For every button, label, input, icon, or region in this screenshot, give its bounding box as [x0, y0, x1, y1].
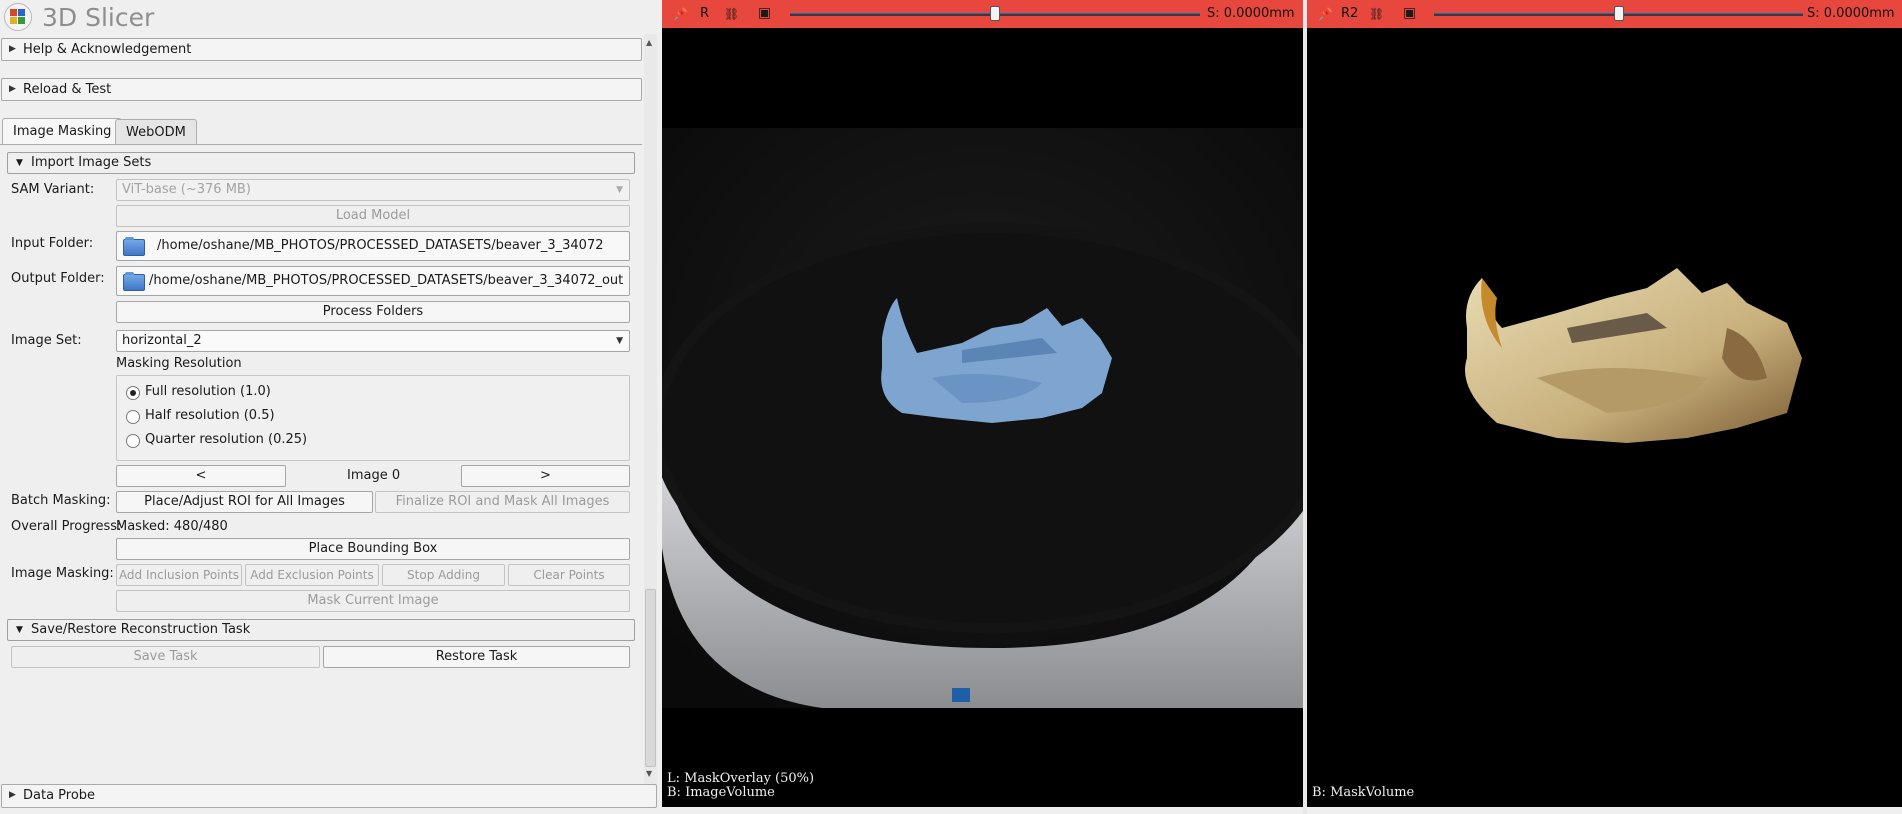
full-resolution-label: Full resolution (1.0): [145, 384, 271, 399]
view-name: R: [700, 6, 710, 21]
reload-section-label: Reload & Test: [23, 82, 112, 97]
expand-arrow-icon: ▶: [9, 84, 16, 94]
help-section-header[interactable]: ▶ Help & Acknowledgement: [1, 38, 642, 61]
batch-masking-label: Batch Masking:: [11, 493, 111, 508]
overall-progress-label: Overall Progress:: [11, 519, 122, 534]
expand-arrow-icon: ▶: [9, 790, 16, 800]
folder-icon: [123, 272, 145, 291]
sam-variant-label: SAM Variant:: [11, 182, 95, 197]
corner-annotation-line-1: B: MaskVolume: [1312, 785, 1415, 800]
pin-icon[interactable]: 📌: [673, 7, 688, 21]
view-controller-bar: 📌 R ⛓ ▣ S: 0.0000mm: [662, 0, 1303, 28]
add-inclusion-points-button[interactable]: Add Inclusion Points: [116, 564, 242, 586]
image-set-select[interactable]: horizontal_2 ▼: [116, 330, 630, 352]
collapse-arrow-icon: ▼: [16, 625, 23, 635]
corner-annotation-line-1: L: MaskOverlay (50%): [667, 771, 815, 786]
collapse-arrow-icon: ▼: [16, 158, 23, 168]
overall-progress-value: Masked: 480/480: [116, 519, 228, 534]
output-folder-label: Output Folder:: [11, 271, 105, 286]
reload-section-header[interactable]: ▶ Reload & Test: [1, 78, 642, 101]
panel-scrollbar[interactable]: ▲ ▼: [644, 34, 657, 784]
radio-full-resolution[interactable]: [126, 386, 140, 400]
data-probe-header[interactable]: ▶ Data Probe: [1, 784, 657, 808]
previous-image-button[interactable]: <: [116, 465, 286, 487]
output-folder-button[interactable]: /home/oshane/MB_PHOTOS/PROCESSED_DATASET…: [116, 266, 630, 296]
pin-icon[interactable]: 📌: [1318, 7, 1333, 21]
folder-icon: [123, 237, 145, 256]
save-task-button[interactable]: Save Task: [11, 646, 320, 668]
expand-arrow-icon: ▶: [9, 44, 16, 54]
restore-task-button[interactable]: Restore Task: [323, 646, 630, 668]
link-icon[interactable]: ⛓: [724, 7, 739, 21]
mask-current-image-button[interactable]: Mask Current Image: [116, 590, 630, 612]
radio-quarter-resolution[interactable]: [126, 434, 140, 448]
next-image-button[interactable]: >: [461, 465, 630, 487]
scrollbar-thumb[interactable]: [645, 589, 656, 767]
stop-adding-button[interactable]: Stop Adding: [382, 564, 505, 586]
link-icon[interactable]: ⛓: [1369, 7, 1384, 21]
add-exclusion-points-button[interactable]: Add Exclusion Points: [245, 564, 379, 586]
finalize-roi-button[interactable]: Finalize ROI and Mask All Images: [375, 491, 630, 513]
view-controller-bar: 📌 R2 ⛓ ▣ S: 0.0000mm: [1307, 0, 1902, 28]
scroll-up-arrow-icon[interactable]: ▲: [646, 38, 652, 47]
dropdown-arrow-icon: ▼: [616, 185, 623, 195]
image-volume-photo: [662, 128, 1303, 708]
image-set-value: horizontal_2: [122, 333, 202, 348]
view-name: R2: [1341, 6, 1359, 21]
sam-variant-select[interactable]: ViT-base (~376 MB) ▼: [116, 179, 630, 201]
slice-offset: S: 0.0000mm: [1807, 6, 1895, 21]
app-title: 3D Slicer: [42, 3, 155, 32]
half-resolution-label: Half resolution (0.5): [145, 408, 275, 423]
place-roi-button[interactable]: Place/Adjust ROI for All Images: [116, 491, 373, 513]
tab-webodm[interactable]: WebODM: [115, 119, 197, 145]
import-section-header[interactable]: ▼ Import Image Sets: [7, 152, 635, 174]
masking-resolution-group: Full resolution (1.0) Half resolution (0…: [116, 375, 630, 461]
image-masking-label: Image Masking:: [11, 566, 114, 581]
tab-pane: ▼ Import Image Sets SAM Variant: ViT-bas…: [0, 144, 642, 780]
slice-slider-handle[interactable]: [990, 6, 1000, 21]
slice-view-r2[interactable]: 📌 R2 ⛓ ▣ S: 0.0000mm B: MaskVolume: [1307, 0, 1902, 807]
dropdown-arrow-icon: ▼: [616, 336, 623, 346]
window-icon[interactable]: ▣: [1403, 5, 1416, 21]
radio-half-resolution[interactable]: [126, 410, 140, 424]
app-title-bar: 3D Slicer: [0, 0, 650, 34]
slice-offset: S: 0.0000mm: [1207, 6, 1295, 21]
help-section-label: Help & Acknowledgement: [23, 42, 192, 57]
image-index-label: Image 0: [347, 468, 401, 483]
process-folders-button[interactable]: Process Folders: [116, 301, 630, 323]
clear-points-button[interactable]: Clear Points: [508, 564, 630, 586]
slice-view-red[interactable]: 📌 R ⛓ ▣ S: 0.0000mm L: MaskOverlay (50%)…: [662, 0, 1303, 807]
corner-annotation-line-2: B: ImageVolume: [667, 785, 775, 800]
scroll-down-arrow-icon[interactable]: ▼: [646, 769, 652, 778]
slicer-logo-icon: [4, 3, 32, 31]
quarter-resolution-label: Quarter resolution (0.25): [145, 432, 308, 447]
input-folder-button[interactable]: /home/oshane/MB_PHOTOS/PROCESSED_DATASET…: [116, 231, 630, 261]
window-icon[interactable]: ▣: [758, 5, 771, 21]
input-folder-path: /home/oshane/MB_PHOTOS/PROCESSED_DATASET…: [157, 238, 604, 253]
sam-variant-value: ViT-base (~376 MB): [122, 182, 251, 197]
masking-resolution-label: Masking Resolution: [116, 356, 242, 371]
input-folder-label: Input Folder:: [11, 236, 94, 251]
mask-volume-image: [1465, 268, 1802, 443]
data-probe-label: Data Probe: [23, 788, 96, 803]
load-model-button[interactable]: Load Model: [116, 205, 630, 227]
import-section-label: Import Image Sets: [31, 155, 152, 170]
image-set-label: Image Set:: [11, 333, 82, 348]
slice-slider-handle[interactable]: [1613, 6, 1624, 21]
task-section-header[interactable]: ▼ Save/Restore Reconstruction Task: [7, 619, 635, 641]
output-folder-path: /home/oshane/MB_PHOTOS/PROCESSED_DATASET…: [149, 273, 624, 288]
task-section-label: Save/Restore Reconstruction Task: [31, 622, 251, 637]
place-bounding-box-button[interactable]: Place Bounding Box: [116, 538, 630, 560]
module-panel: 3D Slicer ▶ Help & Acknowledgement ▶ Rel…: [0, 0, 662, 814]
tab-image-masking[interactable]: Image Masking: [2, 118, 123, 145]
